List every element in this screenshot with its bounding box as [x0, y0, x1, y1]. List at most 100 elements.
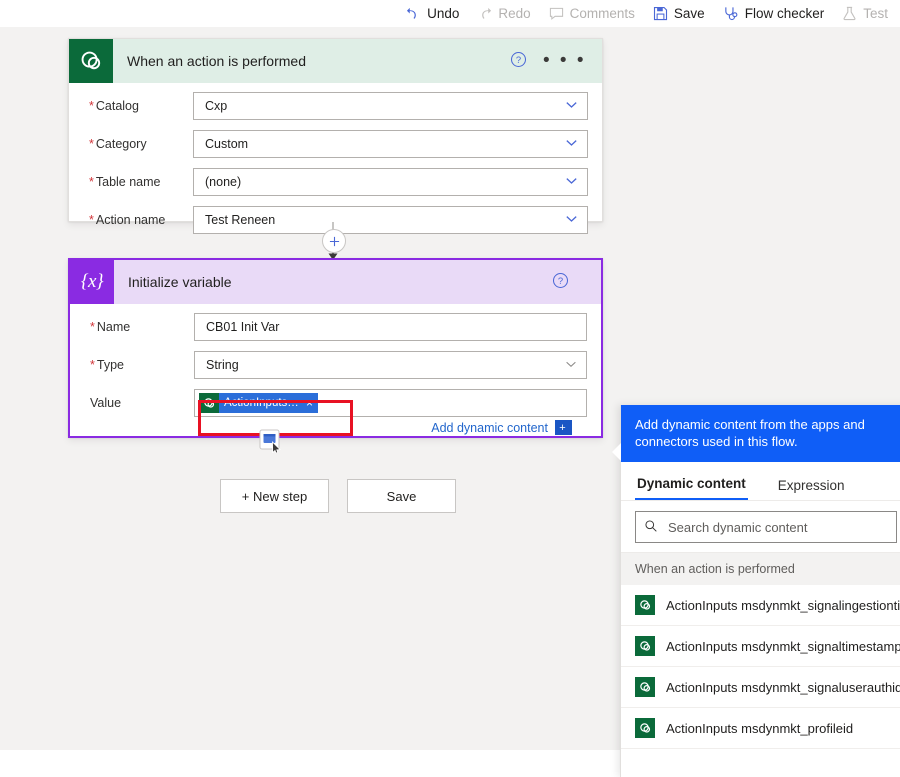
variable-name-input[interactable]: CB01 Init Var [194, 313, 587, 341]
comments-button[interactable]: Comments [549, 6, 635, 21]
trigger-card-actions: ? • • • [510, 51, 586, 71]
flow-checker-button[interactable]: Flow checker [723, 6, 825, 21]
canvas-buttons: + New step Save [220, 479, 456, 513]
comments-icon [549, 6, 564, 21]
table-name-dropdown[interactable]: (none) [193, 168, 588, 196]
svg-text:?: ? [558, 276, 563, 287]
chevron-down-icon[interactable] [564, 135, 579, 153]
dynamic-content-tabs: Dynamic content Expression [621, 462, 900, 501]
variable-name-value: CB01 Init Var [206, 320, 280, 334]
initvar-card-title: Initialize variable [128, 274, 232, 290]
token-label: ActionInputs m... [224, 397, 304, 409]
dynamics365-icon [69, 39, 113, 83]
initvar-card-form: *Name CB01 Init Var *Type String Value [70, 304, 601, 435]
dynamic-content-panel: Add dynamic content from the apps and co… [620, 405, 900, 777]
comments-label: Comments [569, 6, 635, 21]
help-icon[interactable]: ? [510, 51, 527, 71]
dynamics365-icon [635, 636, 655, 656]
redo-button[interactable]: Redo [477, 6, 531, 21]
dynamic-content-item[interactable]: ActionInputs msdynmkt_signaltimestamp [621, 626, 900, 667]
initvar-card-actions: ? [552, 272, 585, 292]
flow-connector [322, 222, 350, 260]
dynamic-content-item[interactable]: ActionInputs msdynmkt_signalingestiontim… [621, 585, 900, 626]
flow-checker-label: Flow checker [744, 6, 825, 21]
test-button[interactable]: Test [842, 6, 888, 21]
field-label-action-name: * Action name [89, 213, 166, 227]
save-label: Save [673, 6, 705, 21]
undo-label: Undo [427, 6, 460, 21]
field-label-table-name: * Table name [89, 175, 161, 189]
initialize-variable-card[interactable]: {x} Initialize variable ? * Name CB01 Ini… [68, 258, 603, 438]
flow-checker-icon [723, 6, 739, 21]
field-row-category: * Category Custom [83, 130, 588, 158]
trigger-card[interactable]: When an action is performed ? • • • * Cat… [68, 38, 603, 234]
chevron-down-icon[interactable] [564, 211, 579, 229]
required-marker: * [89, 137, 94, 151]
field-row-type: * Type String [84, 351, 587, 379]
flow-canvas: When an action is performed ? • • • * Cat… [0, 27, 900, 777]
command-bar: Undo Redo Comments Save Flow checker Tes… [0, 0, 900, 27]
variable-braces-glyph: {x} [80, 271, 104, 292]
save-flow-button[interactable]: Save [347, 479, 456, 513]
variable-braces-icon: {x} [70, 260, 114, 304]
svg-text:?: ? [516, 55, 521, 66]
add-dynamic-content-badge[interactable]: + [555, 420, 572, 435]
dynamic-content-item-label: ActionInputs msdynmkt_signaltimestamp [666, 638, 900, 654]
tab-expression[interactable]: Expression [776, 478, 847, 500]
search-input[interactable] [666, 518, 888, 536]
add-dynamic-content-row: Add dynamic content + [84, 419, 587, 435]
save-button[interactable]: Save [653, 6, 705, 21]
chevron-down-icon[interactable] [564, 97, 579, 115]
test-label: Test [863, 6, 888, 21]
dynamics365-icon [635, 677, 655, 697]
required-marker: * [89, 175, 94, 189]
dynamic-content-search-wrap [621, 501, 900, 552]
field-label-name: * Name [90, 320, 131, 334]
trigger-card-form: * Catalog Cxp * Category Custom * Table nam… [69, 83, 602, 234]
chevron-down-icon[interactable] [564, 357, 578, 374]
field-row-table-name: * Table name (none) [83, 168, 588, 196]
dynamics365-icon [199, 393, 219, 413]
more-options-icon[interactable]: • • • [543, 51, 586, 70]
initvar-card-header[interactable]: {x} Initialize variable ? [70, 260, 601, 304]
dynamics365-icon [635, 595, 655, 615]
field-row-name: * Name CB01 Init Var [84, 313, 587, 341]
dynamic-content-item[interactable]: ActionInputs msdynmkt_signaluserauthid [621, 667, 900, 708]
search-box[interactable] [635, 511, 897, 543]
action-name-value: Test Reneen [205, 213, 276, 227]
dynamic-content-item[interactable]: ActionInputs msdynmkt_profileid [621, 708, 900, 749]
dynamic-content-item-label: ActionInputs msdynmkt_signalingestiontim… [666, 597, 900, 613]
catalog-dropdown[interactable]: Cxp [193, 92, 588, 120]
field-label-catalog: * Catalog [89, 99, 139, 113]
test-flask-icon [842, 6, 857, 21]
new-step-button[interactable]: + New step [220, 479, 329, 513]
redo-label: Redo [498, 6, 531, 21]
catalog-value: Cxp [205, 99, 228, 113]
action-name-dropdown[interactable]: Test Reneen [193, 206, 588, 234]
variable-type-value: String [206, 358, 239, 372]
dynamic-content-item-label: ActionInputs msdynmkt_signaluserauthid [666, 679, 900, 695]
field-label-value: Value [90, 396, 122, 410]
field-row-value: Value ActionInputs m... × [84, 389, 587, 417]
dynamic-content-banner: Add dynamic content from the apps and co… [621, 405, 900, 462]
variable-value-input[interactable]: ActionInputs m... × [194, 389, 587, 417]
dynamic-content-token[interactable]: ActionInputs m... × [199, 393, 319, 413]
required-marker: * [90, 320, 95, 334]
drag-move-cursor-icon [259, 429, 283, 454]
insert-step-button[interactable] [322, 229, 346, 253]
trigger-card-title: When an action is performed [127, 53, 306, 69]
category-dropdown[interactable]: Custom [193, 130, 588, 158]
field-label-type: * Type [90, 358, 124, 372]
undo-button[interactable]: Undo [406, 6, 459, 21]
tab-dynamic-content[interactable]: Dynamic content [635, 476, 748, 500]
field-row-catalog: * Catalog Cxp [83, 92, 588, 120]
required-marker: * [90, 358, 95, 372]
trigger-card-header[interactable]: When an action is performed ? • • • [69, 39, 602, 83]
help-icon[interactable]: ? [552, 272, 569, 292]
undo-icon [406, 6, 421, 21]
dynamic-content-group-header: When an action is performed [621, 552, 900, 585]
add-dynamic-content-link[interactable]: Add dynamic content [431, 421, 548, 435]
chevron-down-icon[interactable] [564, 173, 579, 191]
remove-token-icon[interactable]: × [304, 396, 318, 410]
variable-type-dropdown[interactable]: String [194, 351, 587, 379]
